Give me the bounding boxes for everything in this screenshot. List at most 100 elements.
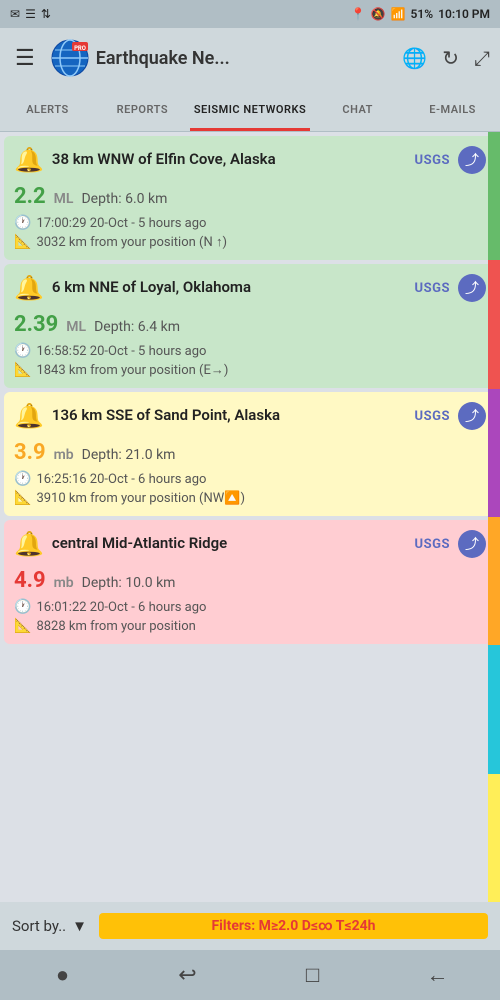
depth-3: Depth: 21.0 km [82, 447, 176, 463]
sort-bar: Sort by.. ▼ Filters: M≥2.0 D≤∞ T≤24h [0, 902, 500, 950]
tab-reports[interactable]: REPORTS [95, 91, 190, 131]
strip-red [488, 260, 500, 388]
usgs-badge-3: USGS [415, 409, 450, 424]
earthquake-list[interactable]: 🔔 38 km WNW of Elfin Cove, Alaska USGS ⤴… [0, 132, 500, 902]
strip-green [488, 132, 500, 260]
time-text-1: 17:00:29 20-Oct - 5 hours ago [36, 216, 206, 231]
share-icon-3: ⤴ [465, 406, 479, 426]
nav-dot-button[interactable]: ● [43, 955, 83, 995]
magnitude-row-3: 3.9 mb Depth: 21.0 km [14, 440, 486, 465]
earthquake-card-4: 🔔 central Mid-Atlantic Ridge USGS ⤴ 4.9 … [4, 520, 496, 644]
top-bar: ☰ PRO Earthquake Ne... 🌐 ↻ ⤢ [0, 28, 500, 88]
earthquake-card-1: 🔔 38 km WNW of Elfin Cove, Alaska USGS ⤴… [4, 136, 496, 260]
card-header-left-4: 🔔 central Mid-Atlantic Ridge [14, 530, 415, 558]
depth-4: Depth: 10.0 km [82, 575, 176, 591]
nav-return-button[interactable]: ← [418, 955, 458, 995]
time-row-4: 🕐 16:01:22 20-Oct - 6 hours ago [14, 599, 486, 615]
earthquake-card-3: 🔔 136 km SSE of Sand Point, Alaska USGS … [4, 392, 496, 516]
share-button-4[interactable]: ⤴ [458, 530, 486, 558]
mag-type-2: ML [66, 319, 86, 335]
card-header-right-4: USGS ⤴ [415, 530, 486, 558]
share-button-3[interactable]: ⤴ [458, 402, 486, 430]
clock-icon-3: 🕐 [14, 471, 31, 487]
tab-chat[interactable]: CHAT [310, 91, 405, 131]
time-text-3: 16:25:16 20-Oct - 6 hours ago [36, 472, 206, 487]
time-text-2: 16:58:52 20-Oct - 5 hours ago [36, 344, 206, 359]
distance-text-1: 3032 km from your position (N ↑) [36, 234, 227, 250]
sort-dropdown[interactable]: Sort by.. ▼ [12, 917, 87, 935]
earthquake-icon-2: 🔔 [14, 274, 44, 302]
globe-button[interactable]: 🌐 [402, 46, 427, 70]
mag-type-4: mb [54, 575, 74, 591]
magnitude-row-1: 2.2 ML Depth: 6.0 km [14, 184, 486, 209]
share-button-2[interactable]: ⤴ [458, 274, 486, 302]
home-icon: □ [306, 962, 319, 988]
filter-suffix: D≤∞ T≤24h [298, 918, 375, 934]
magnitude-value-4: 4.9 [14, 568, 46, 593]
quake-location-3: 136 km SSE of Sand Point, Alaska [52, 406, 415, 426]
distance-text-4: 8828 km from your position [36, 619, 195, 634]
card-header-4: 🔔 central Mid-Atlantic Ridge USGS ⤴ [4, 520, 496, 564]
share-icon-1: ⤴ [465, 150, 479, 170]
nav-back-button[interactable]: ↩ [168, 955, 208, 995]
silent-icon: 🔕 [371, 7, 386, 21]
tab-seismic-networks[interactable]: SEISMIC NETWORKS [190, 91, 310, 131]
earthquake-icon-4: 🔔 [14, 530, 44, 558]
usgs-badge-4: USGS [415, 537, 450, 552]
clock-icon-2: 🕐 [14, 343, 31, 359]
mag-type-1: ML [54, 191, 74, 207]
distance-icon-4: 📐 [14, 618, 31, 634]
top-bar-icons: 🌐 ↻ ⤢ [402, 46, 490, 70]
card-body-4: 4.9 mb Depth: 10.0 km 🕐 16:01:22 20-Oct … [4, 564, 496, 644]
card-header-right-2: USGS ⤴ [415, 274, 486, 302]
card-header-2: 🔔 6 km NNE of Loyal, Oklahoma USGS ⤴ [4, 264, 496, 308]
sort-label: Sort by.. [12, 917, 66, 935]
distance-icon-2: 📐 [14, 362, 31, 378]
app-logo: PRO [50, 38, 90, 78]
refresh-button[interactable]: ↻ [442, 46, 459, 70]
color-strips [488, 132, 500, 902]
clock-icon-4: 🕐 [14, 599, 31, 615]
strip-yellow [488, 774, 500, 902]
share-icon-2: ⤴ [465, 278, 479, 298]
mail-icon: ✉ [10, 7, 20, 21]
back-icon: ↩ [178, 963, 196, 988]
distance-row-2: 📐 1843 km from your position (E→) [14, 362, 486, 378]
distance-text-2: 1843 km from your position (E→) [36, 362, 228, 378]
time-text: 10:10 PM [438, 7, 490, 21]
card-body-2: 2.39 ML Depth: 6.4 km 🕐 16:58:52 20-Oct … [4, 308, 496, 388]
distance-icon-1: 📐 [14, 234, 31, 250]
magnitude-value-2: 2.39 [14, 312, 58, 337]
share-icon-4: ⤴ [465, 534, 479, 554]
clock-icon-1: 🕐 [14, 215, 31, 231]
menu-button[interactable]: ☰ [10, 41, 40, 76]
magnitude-row-2: 2.39 ML Depth: 6.4 km [14, 312, 486, 337]
quake-location-2: 6 km NNE of Loyal, Oklahoma [52, 278, 415, 298]
strip-orange [488, 517, 500, 645]
card-header-1: 🔔 38 km WNW of Elfin Cove, Alaska USGS ⤴ [4, 136, 496, 180]
magnitude-value-3: 3.9 [14, 440, 46, 465]
time-row-1: 🕐 17:00:29 20-Oct - 5 hours ago [14, 215, 486, 231]
card-body-3: 3.9 mb Depth: 21.0 km 🕐 16:25:16 20-Oct … [4, 436, 496, 516]
mag-type-3: mb [54, 447, 74, 463]
nav-home-button[interactable]: □ [293, 955, 333, 995]
share-button-1[interactable]: ⤴ [458, 146, 486, 174]
time-row-2: 🕐 16:58:52 20-Oct - 5 hours ago [14, 343, 486, 359]
return-icon: ← [427, 962, 449, 988]
card-header-3: 🔔 136 km SSE of Sand Point, Alaska USGS … [4, 392, 496, 436]
tab-emails[interactable]: E-MAILS [405, 91, 500, 131]
card-header-right-1: USGS ⤴ [415, 146, 486, 174]
tab-alerts[interactable]: ALERTS [0, 91, 95, 131]
logo-area: PRO Earthquake Ne... [50, 38, 393, 78]
strip-teal [488, 645, 500, 773]
menu-status-icon: ☰ [25, 7, 36, 21]
magnitude-row-4: 4.9 mb Depth: 10.0 km [14, 568, 486, 593]
battery-text: 51% [411, 7, 434, 21]
strip-purple [488, 389, 500, 517]
distance-icon-3: 📐 [14, 490, 31, 506]
filter-badge[interactable]: Filters: M≥2.0 D≤∞ T≤24h [99, 913, 488, 939]
depth-2: Depth: 6.4 km [94, 319, 180, 335]
earthquake-icon-1: 🔔 [14, 146, 44, 174]
expand-button[interactable]: ⤢ [474, 46, 490, 70]
filter-prefix: Filters: M≥ [211, 918, 278, 934]
